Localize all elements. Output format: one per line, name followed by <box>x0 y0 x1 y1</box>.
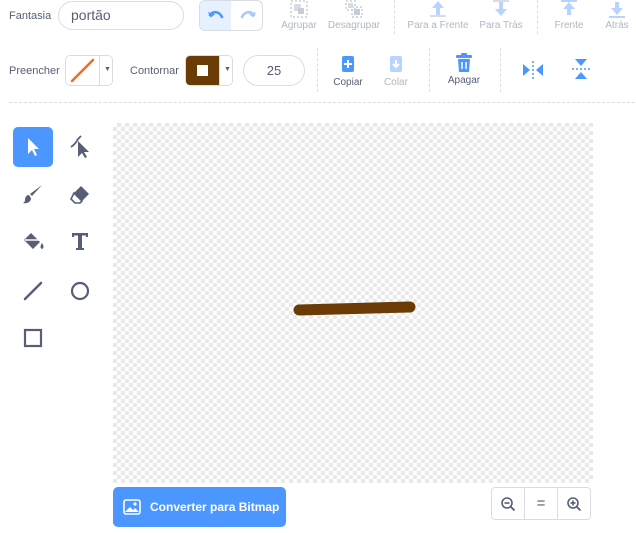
toolbar-separator <box>500 48 502 92</box>
drawn-line-shape[interactable] <box>293 301 416 316</box>
line-icon <box>23 281 43 301</box>
backward-label: Para Trás <box>479 20 523 31</box>
reshape-tool[interactable] <box>60 127 100 167</box>
back-icon <box>609 2 625 18</box>
zoom-out-icon <box>501 496 516 511</box>
redo-button[interactable] <box>232 1 262 30</box>
flip-horizontal-icon <box>523 61 543 79</box>
circle-tool[interactable] <box>60 271 100 311</box>
paint-canvas[interactable] <box>113 123 593 483</box>
forward-label: Para a Frente <box>407 20 469 31</box>
toolbar-separator <box>537 0 539 34</box>
undo-button[interactable] <box>200 1 231 30</box>
zoom-reset-button[interactable]: = <box>525 488 558 519</box>
costume-name-input[interactable]: portão <box>58 1 184 30</box>
image-icon <box>123 499 141 515</box>
brush-tool[interactable] <box>13 174 53 214</box>
text-icon <box>72 233 88 250</box>
toolbar-separator <box>317 48 319 92</box>
arrow-icon <box>28 138 39 156</box>
outline-swatch <box>186 56 220 85</box>
zoom-in-button[interactable] <box>558 488 590 519</box>
fill-dropdown-caret-icon: ▼ <box>104 66 111 73</box>
text-tool[interactable] <box>60 221 100 261</box>
copy-button[interactable]: Copiar <box>330 55 366 88</box>
outline-inner-square <box>197 65 208 76</box>
copy-label: Copiar <box>333 77 363 88</box>
outline-label: Contornar <box>130 65 179 77</box>
copy-icon <box>342 56 354 72</box>
rectangle-tool[interactable] <box>13 318 53 358</box>
fill-color-picker[interactable]: ▼ <box>65 55 113 86</box>
ungroup-label: Desagrupar <box>327 20 381 31</box>
zoom-out-button[interactable] <box>492 488 525 519</box>
paste-label: Colar <box>384 77 408 88</box>
convert-to-bitmap-label: Converter para Bitmap <box>150 500 280 514</box>
outline-dropdown-caret-icon: ▼ <box>224 66 231 73</box>
paste-button[interactable]: Colar <box>379 55 413 88</box>
outline-color-picker[interactable]: ▼ <box>185 55 233 86</box>
reshape-icon <box>70 135 89 158</box>
select-tool[interactable] <box>13 127 53 167</box>
backward-button[interactable]: Para Trás <box>477 0 525 31</box>
zoom-in-icon <box>567 496 582 511</box>
front-icon <box>561 0 577 15</box>
bucket-icon <box>24 233 44 249</box>
group-label: Agrupar <box>281 20 317 31</box>
fill-label: Preencher <box>9 65 60 77</box>
toolbar-separator <box>394 0 396 34</box>
front-button[interactable]: Frente <box>550 0 588 31</box>
no-fill-icon <box>70 58 95 83</box>
group-button[interactable]: Agrupar <box>278 0 320 31</box>
forward-button[interactable]: Para a Frente <box>405 0 471 31</box>
flip-horizontal-button[interactable] <box>522 60 544 85</box>
undo-icon <box>207 10 223 18</box>
back-button[interactable]: Atrás <box>599 0 635 31</box>
zoom-controls: = <box>491 487 591 520</box>
circle-icon <box>70 281 90 301</box>
back-label: Atrás <box>605 20 629 31</box>
fill-swatch <box>66 56 100 85</box>
undo-redo-group <box>199 0 263 31</box>
eraser-icon <box>70 186 89 204</box>
redo-icon <box>240 10 256 18</box>
convert-to-bitmap-button[interactable]: Converter para Bitmap <box>113 487 286 527</box>
flip-vertical-icon <box>572 59 590 79</box>
ungroup-icon <box>345 0 363 18</box>
costume-label: Fantasia <box>9 10 52 22</box>
flip-vertical-button[interactable] <box>571 58 591 85</box>
zoom-reset-symbol: = <box>536 495 546 512</box>
paste-icon <box>390 56 402 72</box>
line-tool[interactable] <box>13 271 53 311</box>
brush-icon <box>23 185 42 204</box>
trash-icon <box>456 53 472 72</box>
backward-icon <box>493 0 509 16</box>
toolbar-divider <box>9 102 635 103</box>
front-label: Frente <box>554 20 584 31</box>
group-icon <box>290 0 308 18</box>
outline-width-input[interactable]: 25 <box>243 55 305 86</box>
forward-icon <box>430 1 446 17</box>
ungroup-button[interactable]: Desagrupar <box>327 0 381 31</box>
fill-tool[interactable] <box>13 221 53 261</box>
delete-button[interactable]: Apagar <box>444 53 484 86</box>
toolbar-separator <box>429 48 431 92</box>
canvas-drawing <box>293 301 416 316</box>
rectangle-icon <box>23 328 43 348</box>
delete-label: Apagar <box>447 75 481 86</box>
eraser-tool[interactable] <box>60 174 100 214</box>
